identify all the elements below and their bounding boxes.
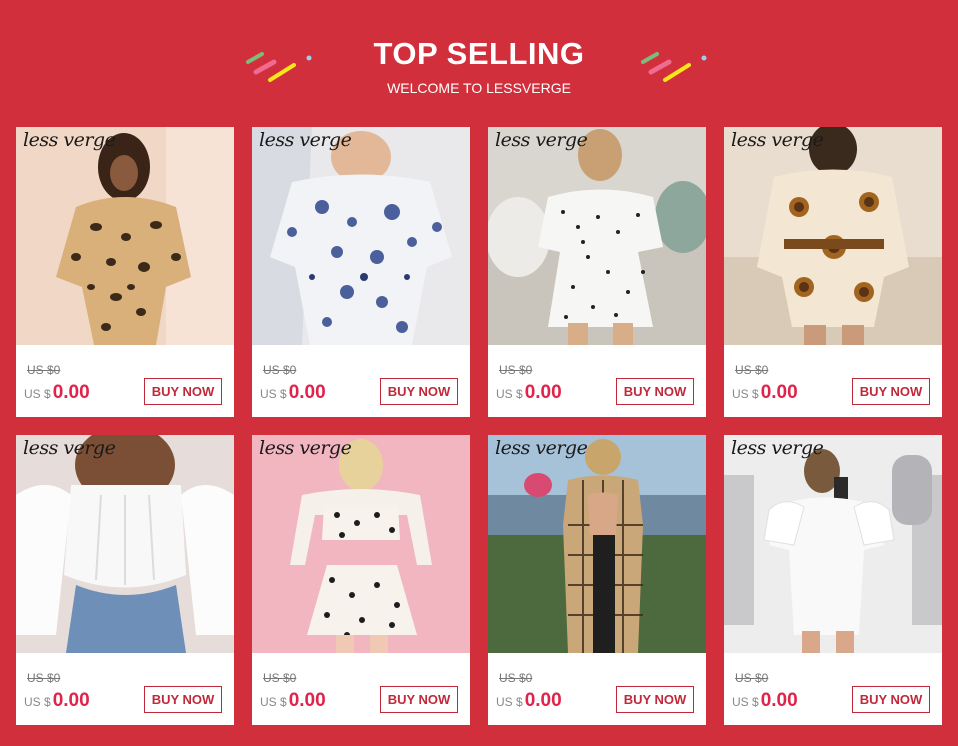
original-price: US $0 [27, 671, 61, 685]
header: TOP SELLING WELCOME TO LESSVERGE [0, 0, 958, 126]
product-grid: less verge US $0 US $0.00 BUY NOW less v… [16, 127, 942, 725]
sale-price: US $0.00 [24, 690, 90, 712]
product-card[interactable]: less verge US $0 US $0.00 BUY NOW [252, 127, 470, 417]
buy-now-button[interactable]: BUY NOW [380, 686, 458, 713]
price-currency: US $ [260, 695, 287, 709]
polka-dot-ruffle-dress-photo[interactable]: less verge [488, 127, 706, 345]
buy-now-button[interactable]: BUY NOW [852, 378, 930, 405]
original-price: US $0 [499, 363, 533, 377]
sale-price: US $0.00 [260, 382, 326, 404]
price-currency: US $ [24, 695, 51, 709]
buy-now-button[interactable]: BUY NOW [616, 378, 694, 405]
brand-watermark: less verge [495, 437, 588, 459]
price-value: 0.00 [52, 382, 90, 403]
sale-price: US $0.00 [496, 690, 562, 712]
product-card[interactable]: less verge US $0 US $0.00 BUY NOW [16, 127, 234, 417]
original-price: US $0 [735, 363, 769, 377]
price-currency: US $ [732, 387, 759, 401]
page-subtitle: WELCOME TO LESSVERGE [387, 80, 571, 96]
price-value: 0.00 [52, 690, 90, 711]
brand-watermark: less verge [259, 437, 352, 459]
buy-now-button[interactable]: BUY NOW [616, 686, 694, 713]
sale-price: US $0.00 [732, 690, 798, 712]
polka-dot-two-piece-photo[interactable]: less verge [252, 435, 470, 653]
buy-now-button[interactable]: BUY NOW [380, 378, 458, 405]
original-price: US $0 [735, 671, 769, 685]
price-value: 0.00 [760, 382, 798, 403]
price-value: 0.00 [288, 382, 326, 403]
sale-price: US $0.00 [732, 382, 798, 404]
price-value: 0.00 [288, 690, 326, 711]
product-card[interactable]: less verge US $0 US $0.00 BUY NOW [724, 127, 942, 417]
price-value: 0.00 [760, 690, 798, 711]
leopard-print-dress-photo[interactable]: less verge [16, 127, 234, 345]
price-currency: US $ [496, 695, 523, 709]
price-value: 0.00 [524, 382, 562, 403]
white-ruffle-dress-photo[interactable]: less verge [724, 435, 942, 653]
buy-now-button[interactable]: BUY NOW [852, 686, 930, 713]
brand-watermark: less verge [495, 129, 588, 151]
product-card[interactable]: less verge US $0 US $0.00 BUY NOW [252, 435, 470, 725]
white-corset-top-photo[interactable]: less verge [16, 435, 234, 653]
buy-now-button[interactable]: BUY NOW [144, 686, 222, 713]
decorative-stripes-icon [641, 52, 707, 82]
price-currency: US $ [732, 695, 759, 709]
original-price: US $0 [263, 363, 297, 377]
plaid-backless-dress-photo[interactable]: less verge [488, 435, 706, 653]
baroque-print-romper-photo[interactable]: less verge [724, 127, 942, 345]
original-price: US $0 [263, 671, 297, 685]
sale-price: US $0.00 [496, 382, 562, 404]
brand-watermark: less verge [731, 437, 824, 459]
price-currency: US $ [496, 387, 523, 401]
sale-price: US $0.00 [260, 690, 326, 712]
brand-watermark: less verge [259, 129, 352, 151]
product-card[interactable]: less verge US $0 US $0.00 BUY NOW [16, 435, 234, 725]
buy-now-button[interactable]: BUY NOW [144, 378, 222, 405]
price-currency: US $ [260, 387, 287, 401]
original-price: US $0 [27, 363, 61, 377]
sale-price: US $0.00 [24, 382, 90, 404]
original-price: US $0 [499, 671, 533, 685]
price-currency: US $ [24, 387, 51, 401]
brand-watermark: less verge [23, 437, 116, 459]
product-card[interactable]: less verge US $0 US $0.00 BUY NOW [724, 435, 942, 725]
brand-watermark: less verge [23, 129, 116, 151]
product-card[interactable]: less verge US $0 US $0.00 BUY NOW [488, 127, 706, 417]
price-value: 0.00 [524, 690, 562, 711]
page-title: TOP SELLING [373, 36, 585, 71]
product-card[interactable]: less verge US $0 US $0.00 BUY NOW [488, 435, 706, 725]
brand-watermark: less verge [731, 129, 824, 151]
blue-floral-dress-photo[interactable]: less verge [252, 127, 470, 345]
